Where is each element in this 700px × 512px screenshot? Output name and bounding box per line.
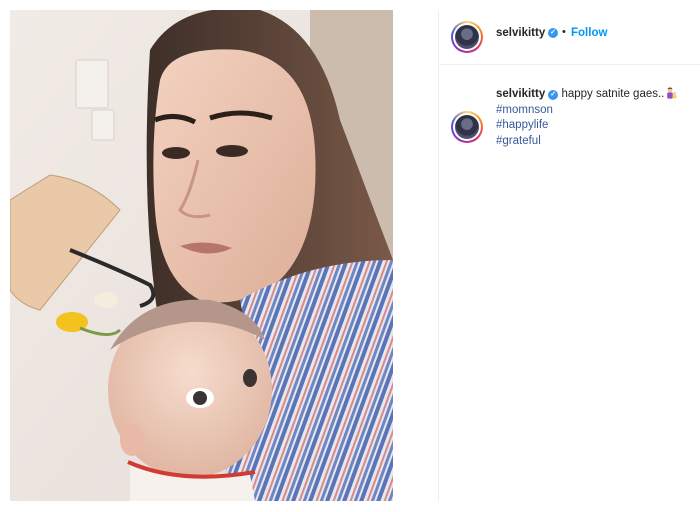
woman-with-baby-emoji-icon [667, 87, 677, 99]
follow-button[interactable]: Follow [571, 27, 607, 39]
post-header: selvikitty ✓ • Follow [439, 10, 700, 65]
author-avatar[interactable] [451, 21, 483, 53]
hashtag-link[interactable]: #momnson [496, 103, 696, 119]
post-photo-illustration [10, 10, 393, 501]
avatar-ring [453, 23, 481, 51]
post-photo[interactable] [10, 10, 393, 501]
caption-text: happy satnite gaes.. [561, 88, 665, 100]
instagram-post: selvikitty ✓ • Follow selvikitty ✓ happy … [0, 0, 700, 512]
hashtag-link[interactable]: #happylife [496, 118, 696, 134]
author-username[interactable]: selvikitty [496, 27, 545, 39]
avatar-image [455, 115, 479, 139]
post-sidebar: selvikitty ✓ • Follow selvikitty ✓ happy … [438, 10, 700, 501]
caption-username[interactable]: selvikitty [496, 88, 545, 100]
verified-badge-icon: ✓ [548, 90, 559, 100]
avatar-image [455, 25, 479, 49]
separator-dot: • [562, 26, 566, 38]
hashtag-link[interactable]: #grateful [496, 134, 696, 150]
caption-author-avatar[interactable] [451, 111, 483, 143]
verified-badge-icon: ✓ [548, 28, 558, 38]
avatar-ring [453, 113, 481, 141]
post-caption: selvikitty ✓ happy satnite gaes.. #momnso… [496, 87, 696, 149]
